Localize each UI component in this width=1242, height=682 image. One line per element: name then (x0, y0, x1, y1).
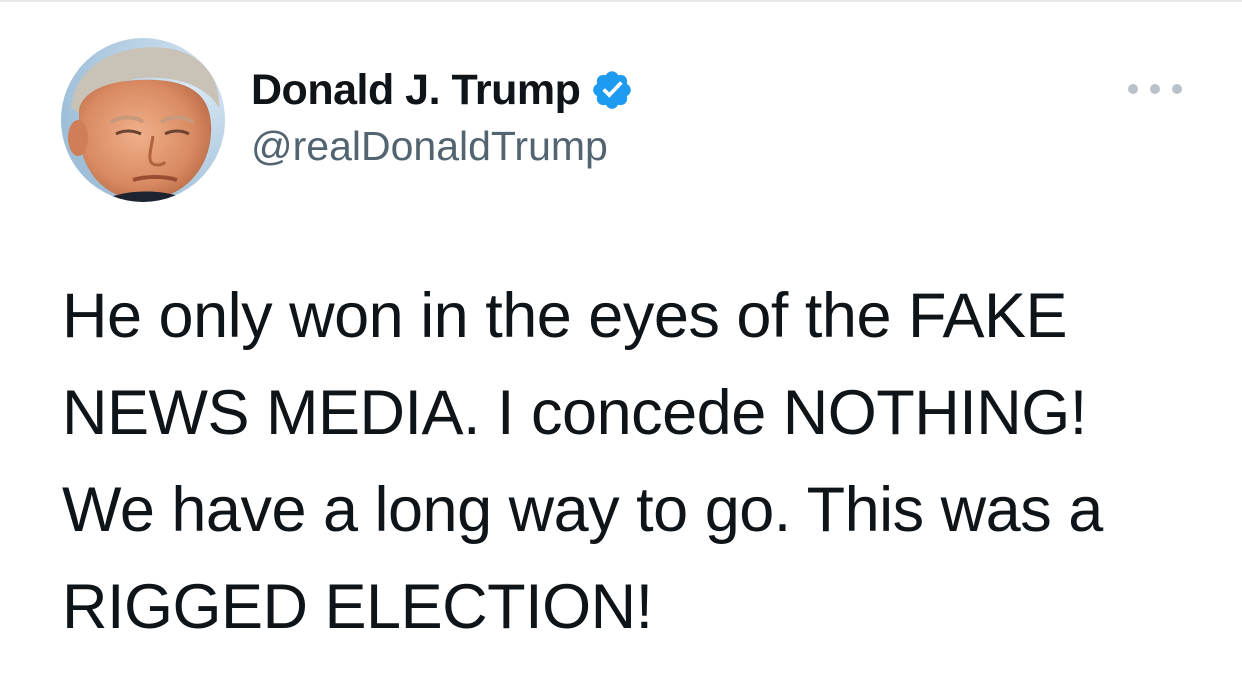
tweet-text-line: RIGGED ELECTION! (62, 572, 653, 642)
verified-badge-icon (590, 68, 634, 112)
top-divider (0, 0, 1242, 2)
more-horizontal-icon[interactable] (1128, 76, 1182, 102)
more-dot (1172, 84, 1182, 94)
tweet-text-line: We have a long way to go. This was a (62, 475, 1103, 545)
tweet-text: He only won in the eyes of the FAKE NEWS… (62, 268, 1212, 656)
tweet-text-line: He only won in the eyes of the FAKE (62, 281, 1068, 351)
avatar[interactable] (61, 38, 225, 202)
author-handle[interactable]: @realDonaldTrump (251, 123, 608, 170)
author-display-name[interactable]: Donald J. Trump (251, 66, 581, 115)
more-dot (1128, 84, 1138, 94)
author-name-row[interactable]: Donald J. Trump (251, 64, 634, 116)
more-dot (1150, 84, 1160, 94)
profile-photo (61, 38, 225, 202)
tweet-text-line: NEWS MEDIA. I concede NOTHING! (62, 378, 1087, 448)
